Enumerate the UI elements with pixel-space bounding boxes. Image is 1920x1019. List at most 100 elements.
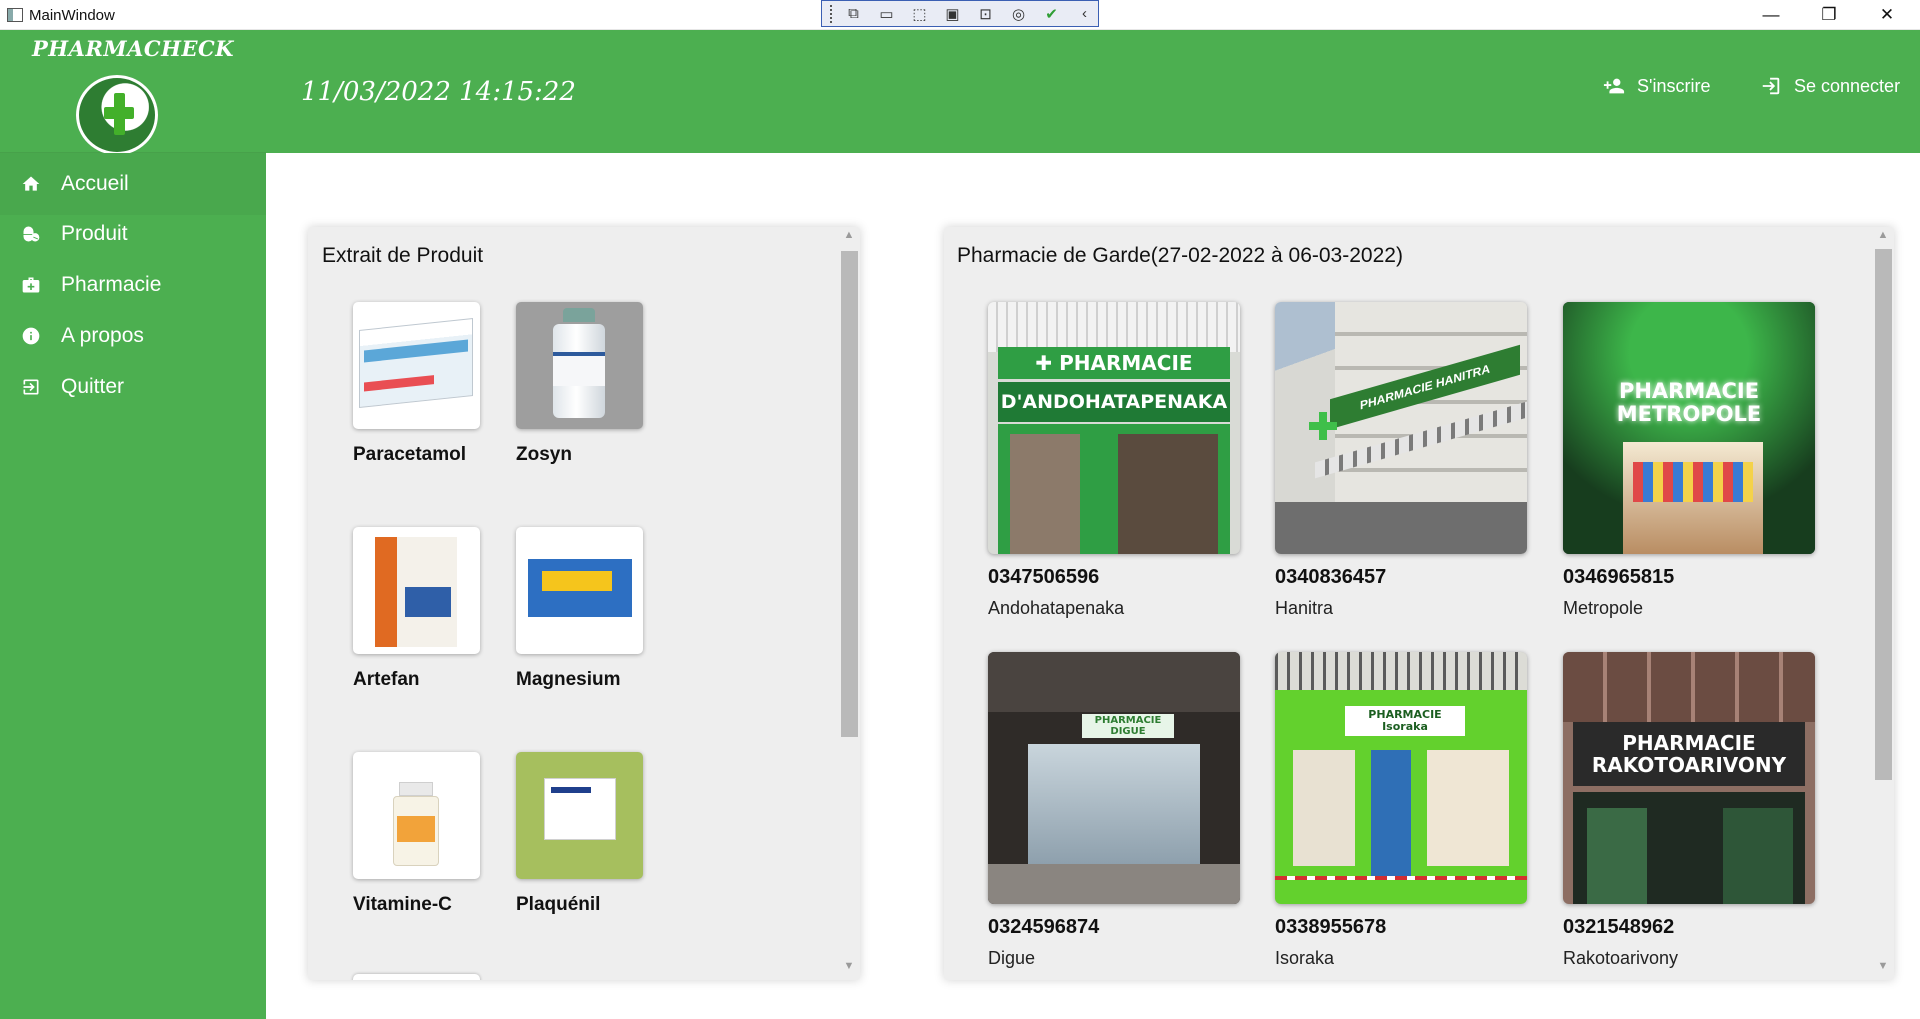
live-visual-tree-icon[interactable]: ⧉: [840, 3, 867, 25]
pharmacy-cross-logo: [76, 75, 158, 155]
product-name: Zosyn: [516, 444, 572, 465]
app-window-icon: [7, 8, 23, 22]
pharmacies-panel-title: Pharmacie de Garde(27-02-2022 à 06-03-20…: [957, 244, 1403, 267]
sidebar-item-label: Produit: [61, 222, 128, 245]
hot-reload-ok-icon[interactable]: ✔: [1038, 3, 1065, 25]
shop-sign: D'ANDOHATAPENAKA: [998, 382, 1230, 422]
app-brand: PHARMACHECK: [32, 36, 234, 61]
pharmacy-card-digue[interactable]: PHARMACIE DIGUE 0324596874 Digue: [988, 652, 1248, 980]
sidebar-header: PHARMACHECK: [0, 30, 266, 155]
login-icon: [1762, 77, 1780, 95]
pharmacies-panel: Pharmacie de Garde(27-02-2022 à 06-03-20…: [944, 227, 1894, 980]
pharmacy-name: Metropole: [1563, 598, 1644, 618]
pharmacy-photo: PHARMACIE METROPOLE: [1563, 302, 1815, 554]
pharmacy-phone: 0338955678: [1275, 916, 1387, 938]
pharmacy-name: Digue: [988, 948, 1036, 968]
binding-failures-icon[interactable]: ◎: [1005, 3, 1032, 25]
scroll-down-arrow-icon[interactable]: ▼: [1872, 960, 1894, 980]
pharmacy-card-metropole[interactable]: PHARMACIE METROPOLE 0346965815 Metropole: [1563, 302, 1823, 642]
product-image: [353, 752, 480, 879]
minimize-button[interactable]: —: [1742, 0, 1800, 30]
product-card-plaquenil[interactable]: Plaquénil: [516, 752, 676, 932]
pharmacy-photo: PHARMACIE RAKOTOARIVONY: [1563, 652, 1815, 904]
top-header: 11/03/2022 14:15:22 S'inscrire Se connec…: [266, 30, 1920, 153]
window-title: MainWindow: [29, 7, 115, 24]
display-layout-adorners-icon[interactable]: ▣: [939, 3, 966, 25]
pharmacy-phone: 0324596874: [988, 916, 1100, 938]
info-icon: [20, 325, 42, 347]
collapse-icon[interactable]: ‹: [1071, 3, 1098, 25]
toolbar-grip[interactable]: [830, 4, 834, 23]
pharmacy-phone: 0346965815: [1563, 566, 1675, 588]
sidebar-item-label: Accueil: [61, 172, 129, 195]
product-name: Artefan: [353, 669, 420, 690]
record-icon[interactable]: ▭: [873, 3, 900, 25]
pharmacies-scrollbar[interactable]: ▲ ▼: [1872, 227, 1894, 980]
pharmacy-card-isoraka[interactable]: PHARMACIE Isoraka 0338955678 Isoraka: [1275, 652, 1535, 980]
product-card-artefan[interactable]: Artefan: [353, 527, 513, 707]
pharmacy-phone: 0340836457: [1275, 566, 1387, 588]
maximize-button[interactable]: ❐: [1800, 0, 1858, 30]
pharmacy-card-andohatapenaka[interactable]: ✚ PHARMACIE D'ANDOHATAPENAKA 0347506596 …: [988, 302, 1248, 642]
product-image: [516, 527, 643, 654]
product-card-zosyn[interactable]: Zosyn: [516, 302, 676, 482]
select-element-icon[interactable]: ⬚: [906, 3, 933, 25]
scroll-up-arrow-icon[interactable]: ▲: [838, 229, 860, 249]
scroll-thumb[interactable]: [1875, 249, 1892, 780]
product-name: Paracetamol: [353, 444, 467, 465]
product-image: [353, 527, 480, 654]
product-card-paracetamol[interactable]: Paracetamol: [353, 302, 513, 482]
window-titlebar: MainWindow ⧉ ▭ ⬚ ▣ ⊡ ◎ ✔ ‹ — ❐ ✕: [0, 0, 1920, 30]
track-focus-icon[interactable]: ⊡: [972, 3, 999, 25]
scroll-up-arrow-icon[interactable]: ▲: [1872, 229, 1894, 249]
xaml-debug-toolbar: ⧉ ▭ ⬚ ▣ ⊡ ◎ ✔ ‹: [821, 0, 1099, 27]
sidebar-item-label: Pharmacie: [61, 273, 162, 296]
pharmacy-name: Hanitra: [1275, 598, 1334, 618]
sidebar-item-quitter[interactable]: Quitter: [0, 356, 266, 418]
medical-bag-icon: [20, 274, 42, 296]
pharmacy-photo: PHARMACIE HANITRA: [1275, 302, 1527, 554]
product-name: Plaquénil: [516, 894, 601, 915]
sidebar-item-label: Quitter: [61, 375, 125, 398]
home-icon: [20, 173, 42, 195]
product-image: [516, 752, 643, 879]
pharmacy-phone: 0347506596: [988, 566, 1100, 588]
product-name: Vitamine-C: [353, 894, 452, 915]
product-card-partial[interactable]: [353, 974, 480, 980]
scroll-thumb[interactable]: [841, 251, 858, 737]
products-panel: Extrait de Produit Paracetamol Zosyn Art…: [308, 227, 860, 980]
current-datetime: 11/03/2022 14:15:22: [301, 77, 576, 107]
login-label: Se connecter: [1794, 75, 1901, 96]
product-card-magnesium[interactable]: Magnesium: [516, 527, 676, 707]
sidebar: PHARMACHECK Accueil Produit Pharmacie A …: [0, 30, 266, 1019]
pharmacy-name: Isoraka: [1275, 948, 1335, 968]
scroll-down-arrow-icon[interactable]: ▼: [838, 960, 860, 980]
shop-sign: PHARMACIE Isoraka: [1345, 706, 1465, 736]
shop-sign: PHARMACIE DIGUE: [1082, 714, 1174, 738]
sidebar-item-label: A propos: [61, 324, 144, 347]
product-name: Magnesium: [516, 669, 621, 690]
shop-sign: PHARMACIE RAKOTOARIVONY: [1573, 722, 1805, 786]
products-panel-title: Extrait de Produit: [322, 244, 484, 267]
add-user-icon: [1603, 78, 1625, 94]
pharmacy-phone: 0321548962: [1563, 916, 1675, 938]
product-card-vitamine-c[interactable]: Vitamine-C: [353, 752, 513, 932]
shop-sign: PHARMACIE METROPOLE: [1616, 378, 1762, 426]
pharmacy-name: Rakotoarivony: [1563, 948, 1679, 968]
product-image: [353, 302, 480, 429]
pill-icon: [20, 223, 42, 245]
register-button[interactable]: S'inscrire: [1603, 68, 1710, 104]
shop-sign: ✚ PHARMACIE: [998, 347, 1230, 379]
pharmacy-card-rakotoarivony[interactable]: PHARMACIE RAKOTOARIVONY 0321548962 Rakot…: [1563, 652, 1823, 980]
login-button[interactable]: Se connecter: [1760, 68, 1900, 104]
pharmacy-photo: ✚ PHARMACIE D'ANDOHATAPENAKA: [988, 302, 1240, 554]
pharmacy-photo: PHARMACIE Isoraka: [1275, 652, 1527, 904]
register-label: S'inscrire: [1637, 75, 1711, 96]
exit-icon: [20, 376, 42, 398]
close-button[interactable]: ✕: [1858, 0, 1916, 30]
products-scrollbar[interactable]: ▲ ▼: [838, 227, 860, 980]
product-image: [516, 302, 643, 429]
pharmacy-photo: PHARMACIE DIGUE: [988, 652, 1240, 904]
pharmacy-card-hanitra[interactable]: PHARMACIE HANITRA 0340836457 Hanitra: [1275, 302, 1535, 642]
pharmacy-name: Andohatapenaka: [988, 598, 1125, 618]
